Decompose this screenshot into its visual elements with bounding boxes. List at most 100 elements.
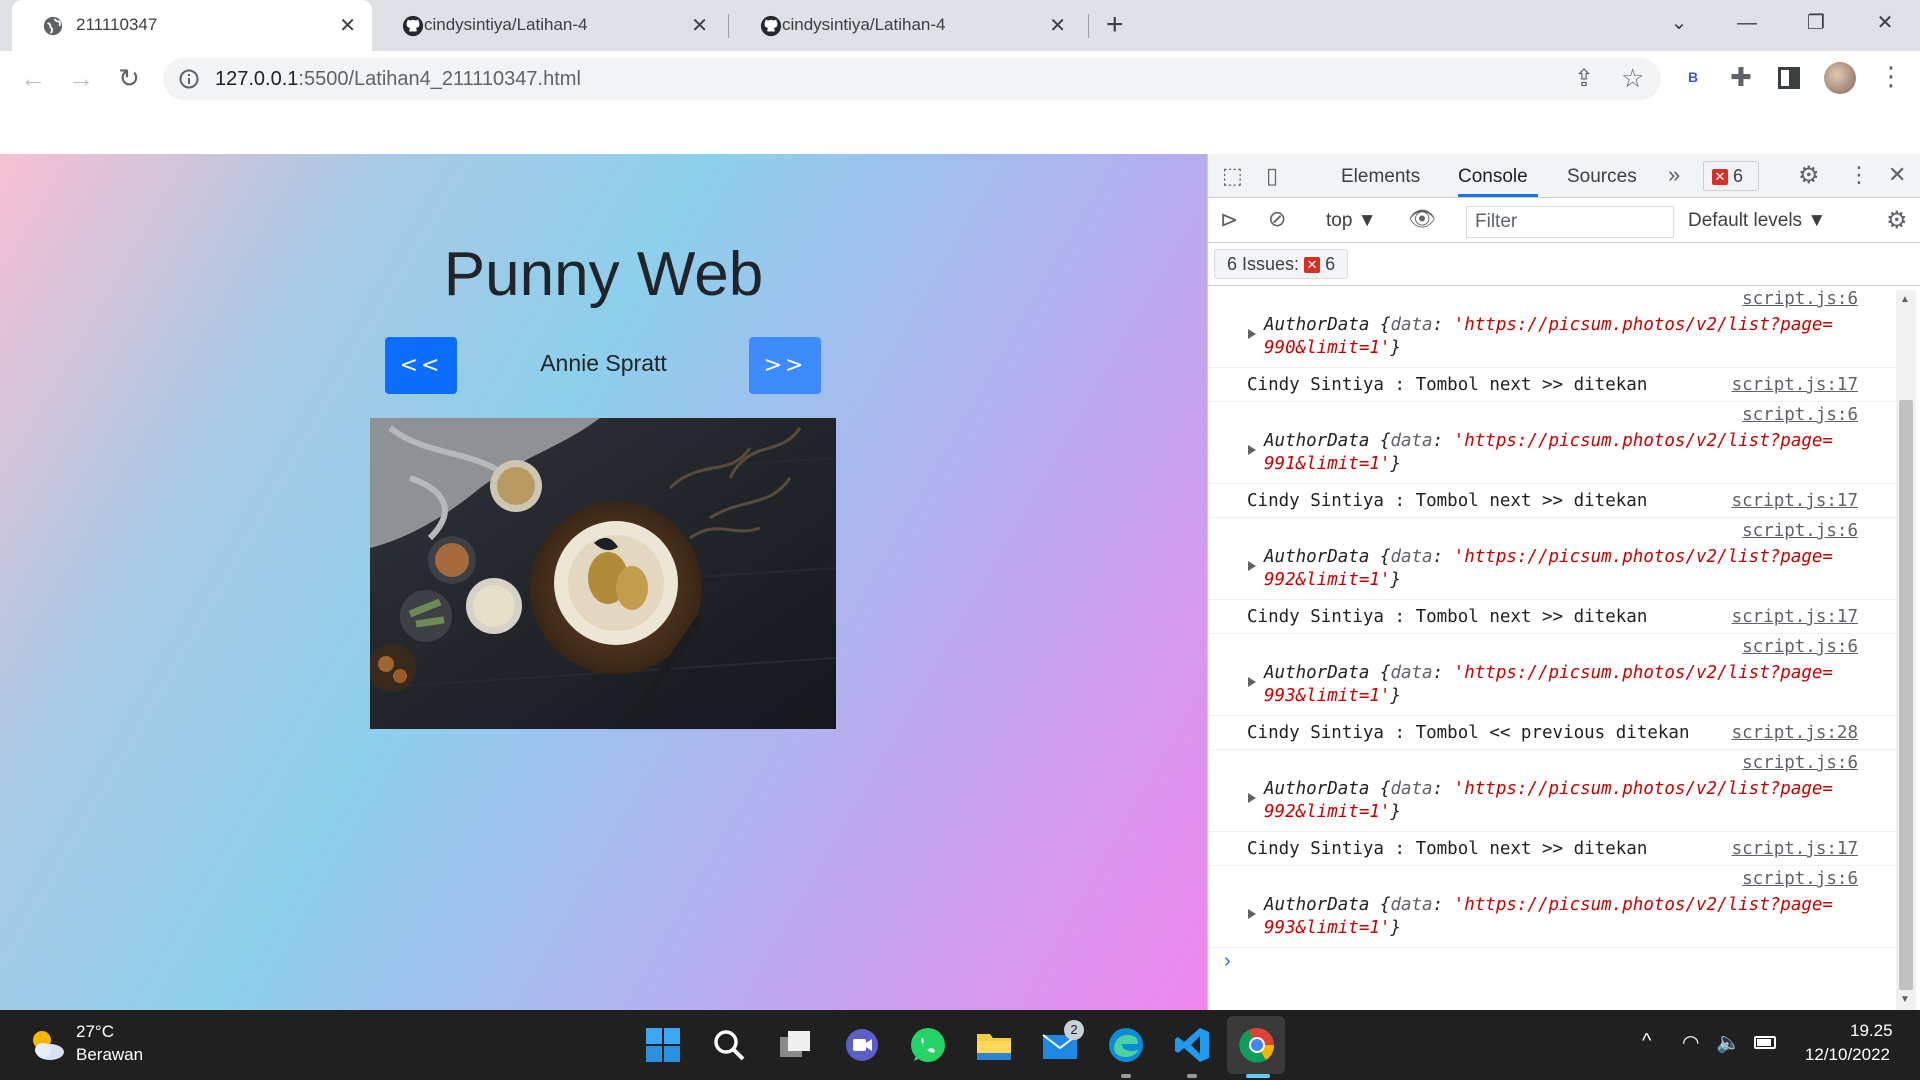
console-object-entry[interactable]: script.js:6 AuthorData {data: 'https://pi… xyxy=(1208,634,1898,716)
tab-console[interactable]: Console xyxy=(1458,166,1528,188)
source-link[interactable]: script.js:6 xyxy=(1742,753,1858,773)
source-link[interactable]: script.js:17 xyxy=(1732,375,1858,395)
settings-gear-icon[interactable]: ⚙ xyxy=(1798,161,1820,190)
file-explorer-icon[interactable] xyxy=(974,1025,1014,1065)
object-url-part2: 990&limit=1' xyxy=(1264,338,1391,358)
extensions-puzzle-icon[interactable]: ✚ xyxy=(1730,62,1752,93)
filter-input[interactable]: Filter xyxy=(1466,206,1674,238)
source-link[interactable]: script.js:6 xyxy=(1742,869,1858,889)
forward-arrow-icon[interactable]: → xyxy=(64,61,98,95)
menu-kebab-icon[interactable]: ⋮ xyxy=(1878,61,1904,92)
console-object-entry[interactable]: script.js:6 AuthorData {data: 'https://pi… xyxy=(1208,402,1898,484)
source-link[interactable]: script.js:6 xyxy=(1742,289,1858,309)
console-message-entry[interactable]: script.js:17 Cindy Sintiya : Tombol next … xyxy=(1208,832,1898,866)
task-view-icon[interactable] xyxy=(776,1025,816,1065)
expand-triangle-icon[interactable] xyxy=(1248,677,1256,687)
source-link[interactable]: script.js:17 xyxy=(1732,491,1858,511)
extension-badge-icon[interactable]: B xyxy=(1688,69,1698,85)
source-link[interactable]: script.js:17 xyxy=(1732,607,1858,627)
sidebar-toggle-icon[interactable]: ⊳ xyxy=(1220,207,1238,233)
share-icon[interactable]: ⇪ xyxy=(1574,64,1594,93)
search-icon[interactable] xyxy=(709,1025,749,1065)
edge-icon[interactable] xyxy=(1106,1025,1146,1065)
volume-icon[interactable]: 🔈 xyxy=(1716,1030,1741,1055)
bookmark-star-icon[interactable]: ☆ xyxy=(1621,63,1644,94)
close-devtools-icon[interactable]: ✕ xyxy=(1888,162,1906,188)
close-icon[interactable]: ✕ xyxy=(691,13,708,38)
live-expression-eye-icon[interactable]: 👁 xyxy=(1408,206,1436,232)
browser-tab[interactable]: cindysintiya/Latihan-4 ✕ xyxy=(372,0,724,51)
console-message-entry[interactable]: script.js:17 Cindy Sintiya : Tombol next … xyxy=(1208,600,1898,634)
profile-avatar[interactable] xyxy=(1824,62,1856,94)
source-link[interactable]: script.js:6 xyxy=(1742,637,1858,657)
error-count-badge[interactable]: ✕ 6 xyxy=(1703,161,1759,191)
wifi-icon[interactable]: ◠ xyxy=(1682,1030,1699,1055)
restore-button[interactable]: ❐ xyxy=(1793,8,1839,38)
console-message-entry[interactable]: script.js:28 Cindy Sintiya : Tombol << pr… xyxy=(1208,716,1898,750)
console-object-entry[interactable]: script.js:6 AuthorData {data: 'https://pi… xyxy=(1208,286,1898,368)
log-levels-dropdown[interactable]: Default levels ▼ xyxy=(1688,210,1826,232)
inspect-element-icon[interactable]: ⬚ xyxy=(1222,163,1243,189)
console-settings-gear-icon[interactable]: ⚙ xyxy=(1886,206,1908,235)
error-icon: ✕ xyxy=(1304,257,1321,273)
expand-triangle-icon[interactable] xyxy=(1248,793,1256,803)
console-message-entry[interactable]: script.js:17 Cindy Sintiya : Tombol next … xyxy=(1208,484,1898,518)
expand-triangle-icon[interactable] xyxy=(1248,561,1256,571)
clock-date[interactable]: 12/10/2022 xyxy=(1800,1045,1890,1065)
object-url-part2: 992&limit=1' xyxy=(1264,570,1391,590)
console-object-entry[interactable]: script.js:6 AuthorData {data: 'https://pi… xyxy=(1208,866,1898,948)
console-object-entry[interactable]: script.js:6 AuthorData {data: 'https://pi… xyxy=(1208,518,1898,600)
expand-triangle-icon[interactable] xyxy=(1248,445,1256,455)
context-select[interactable]: top ▼ xyxy=(1326,210,1377,232)
minimize-button[interactable]: — xyxy=(1724,8,1770,38)
browser-tab-active[interactable]: 211110347 ✕ xyxy=(12,0,372,51)
new-tab-button[interactable]: + xyxy=(1106,8,1124,42)
clock-time[interactable]: 19.25 xyxy=(1850,1021,1893,1041)
tab-search-icon[interactable]: ⌄ xyxy=(1656,8,1702,38)
scroll-up-icon[interactable]: ▲ xyxy=(1900,294,1910,305)
browser-tab[interactable]: cindysintiya/Latihan-4 ✕ xyxy=(730,0,1082,51)
object-preview-line: 991&limit=1'} xyxy=(1264,454,1401,474)
devtools-menu-icon[interactable]: ⋮ xyxy=(1848,162,1870,188)
expand-triangle-icon[interactable] xyxy=(1248,909,1256,919)
tab-sources[interactable]: Sources xyxy=(1567,166,1637,188)
previous-button[interactable]: << xyxy=(385,337,457,394)
tab-elements[interactable]: Elements xyxy=(1341,166,1420,188)
clear-console-icon[interactable]: ⊘ xyxy=(1268,206,1286,232)
scrollbar-thumb[interactable] xyxy=(1899,400,1913,990)
source-link[interactable]: script.js:6 xyxy=(1742,521,1858,541)
console-object-entry[interactable]: script.js:6 AuthorData {data: 'https://pi… xyxy=(1208,750,1898,832)
issues-button[interactable]: 6 Issues: ✕ 6 xyxy=(1214,249,1349,279)
teams-chat-icon[interactable] xyxy=(842,1025,882,1065)
close-window-button[interactable]: ✕ xyxy=(1862,8,1908,38)
weather-description[interactable]: Berawan xyxy=(76,1045,143,1065)
chrome-icon[interactable] xyxy=(1237,1025,1277,1065)
close-icon[interactable]: ✕ xyxy=(339,13,356,38)
weather-partly-cloudy-icon[interactable] xyxy=(26,1024,68,1066)
battery-icon[interactable] xyxy=(1754,1036,1776,1049)
weather-temperature[interactable]: 27°C xyxy=(76,1022,114,1042)
object-key: data xyxy=(1390,779,1433,799)
scroll-down-icon[interactable]: ▼ xyxy=(1900,994,1910,1005)
device-toolbar-icon[interactable]: ▯ xyxy=(1266,163,1278,189)
expand-triangle-icon[interactable] xyxy=(1248,329,1256,339)
back-arrow-icon[interactable]: ← xyxy=(16,61,50,95)
whatsapp-icon[interactable] xyxy=(908,1025,948,1065)
windows-start-icon[interactable] xyxy=(643,1025,683,1065)
source-link[interactable]: script.js:28 xyxy=(1732,723,1858,743)
url-text[interactable]: 127.0.0.1:5500/Latihan4_211110347.html xyxy=(215,68,581,91)
console-prompt-chevron-icon[interactable]: › xyxy=(1224,950,1231,973)
side-panel-icon[interactable] xyxy=(1778,67,1800,89)
source-link[interactable]: script.js:17 xyxy=(1732,839,1858,859)
source-link[interactable]: script.js:6 xyxy=(1742,405,1858,425)
next-button[interactable]: >> xyxy=(749,337,821,394)
console-message-entry[interactable]: script.js:17 Cindy Sintiya : Tombol next … xyxy=(1208,368,1898,402)
tray-chevron-up-icon[interactable]: ^ xyxy=(1642,1030,1651,1053)
vscode-icon[interactable] xyxy=(1172,1025,1212,1065)
address-bar[interactable]: 127.0.0.1:5500/Latihan4_211110347.html ⇪… xyxy=(163,58,1661,100)
info-icon[interactable] xyxy=(179,69,199,89)
close-icon[interactable]: ✕ xyxy=(1049,13,1066,38)
reload-icon[interactable]: ↻ xyxy=(112,61,146,95)
more-tabs-icon[interactable]: » xyxy=(1668,162,1680,188)
console-scrollbar[interactable]: ▲ ▼ xyxy=(1896,290,1916,1010)
